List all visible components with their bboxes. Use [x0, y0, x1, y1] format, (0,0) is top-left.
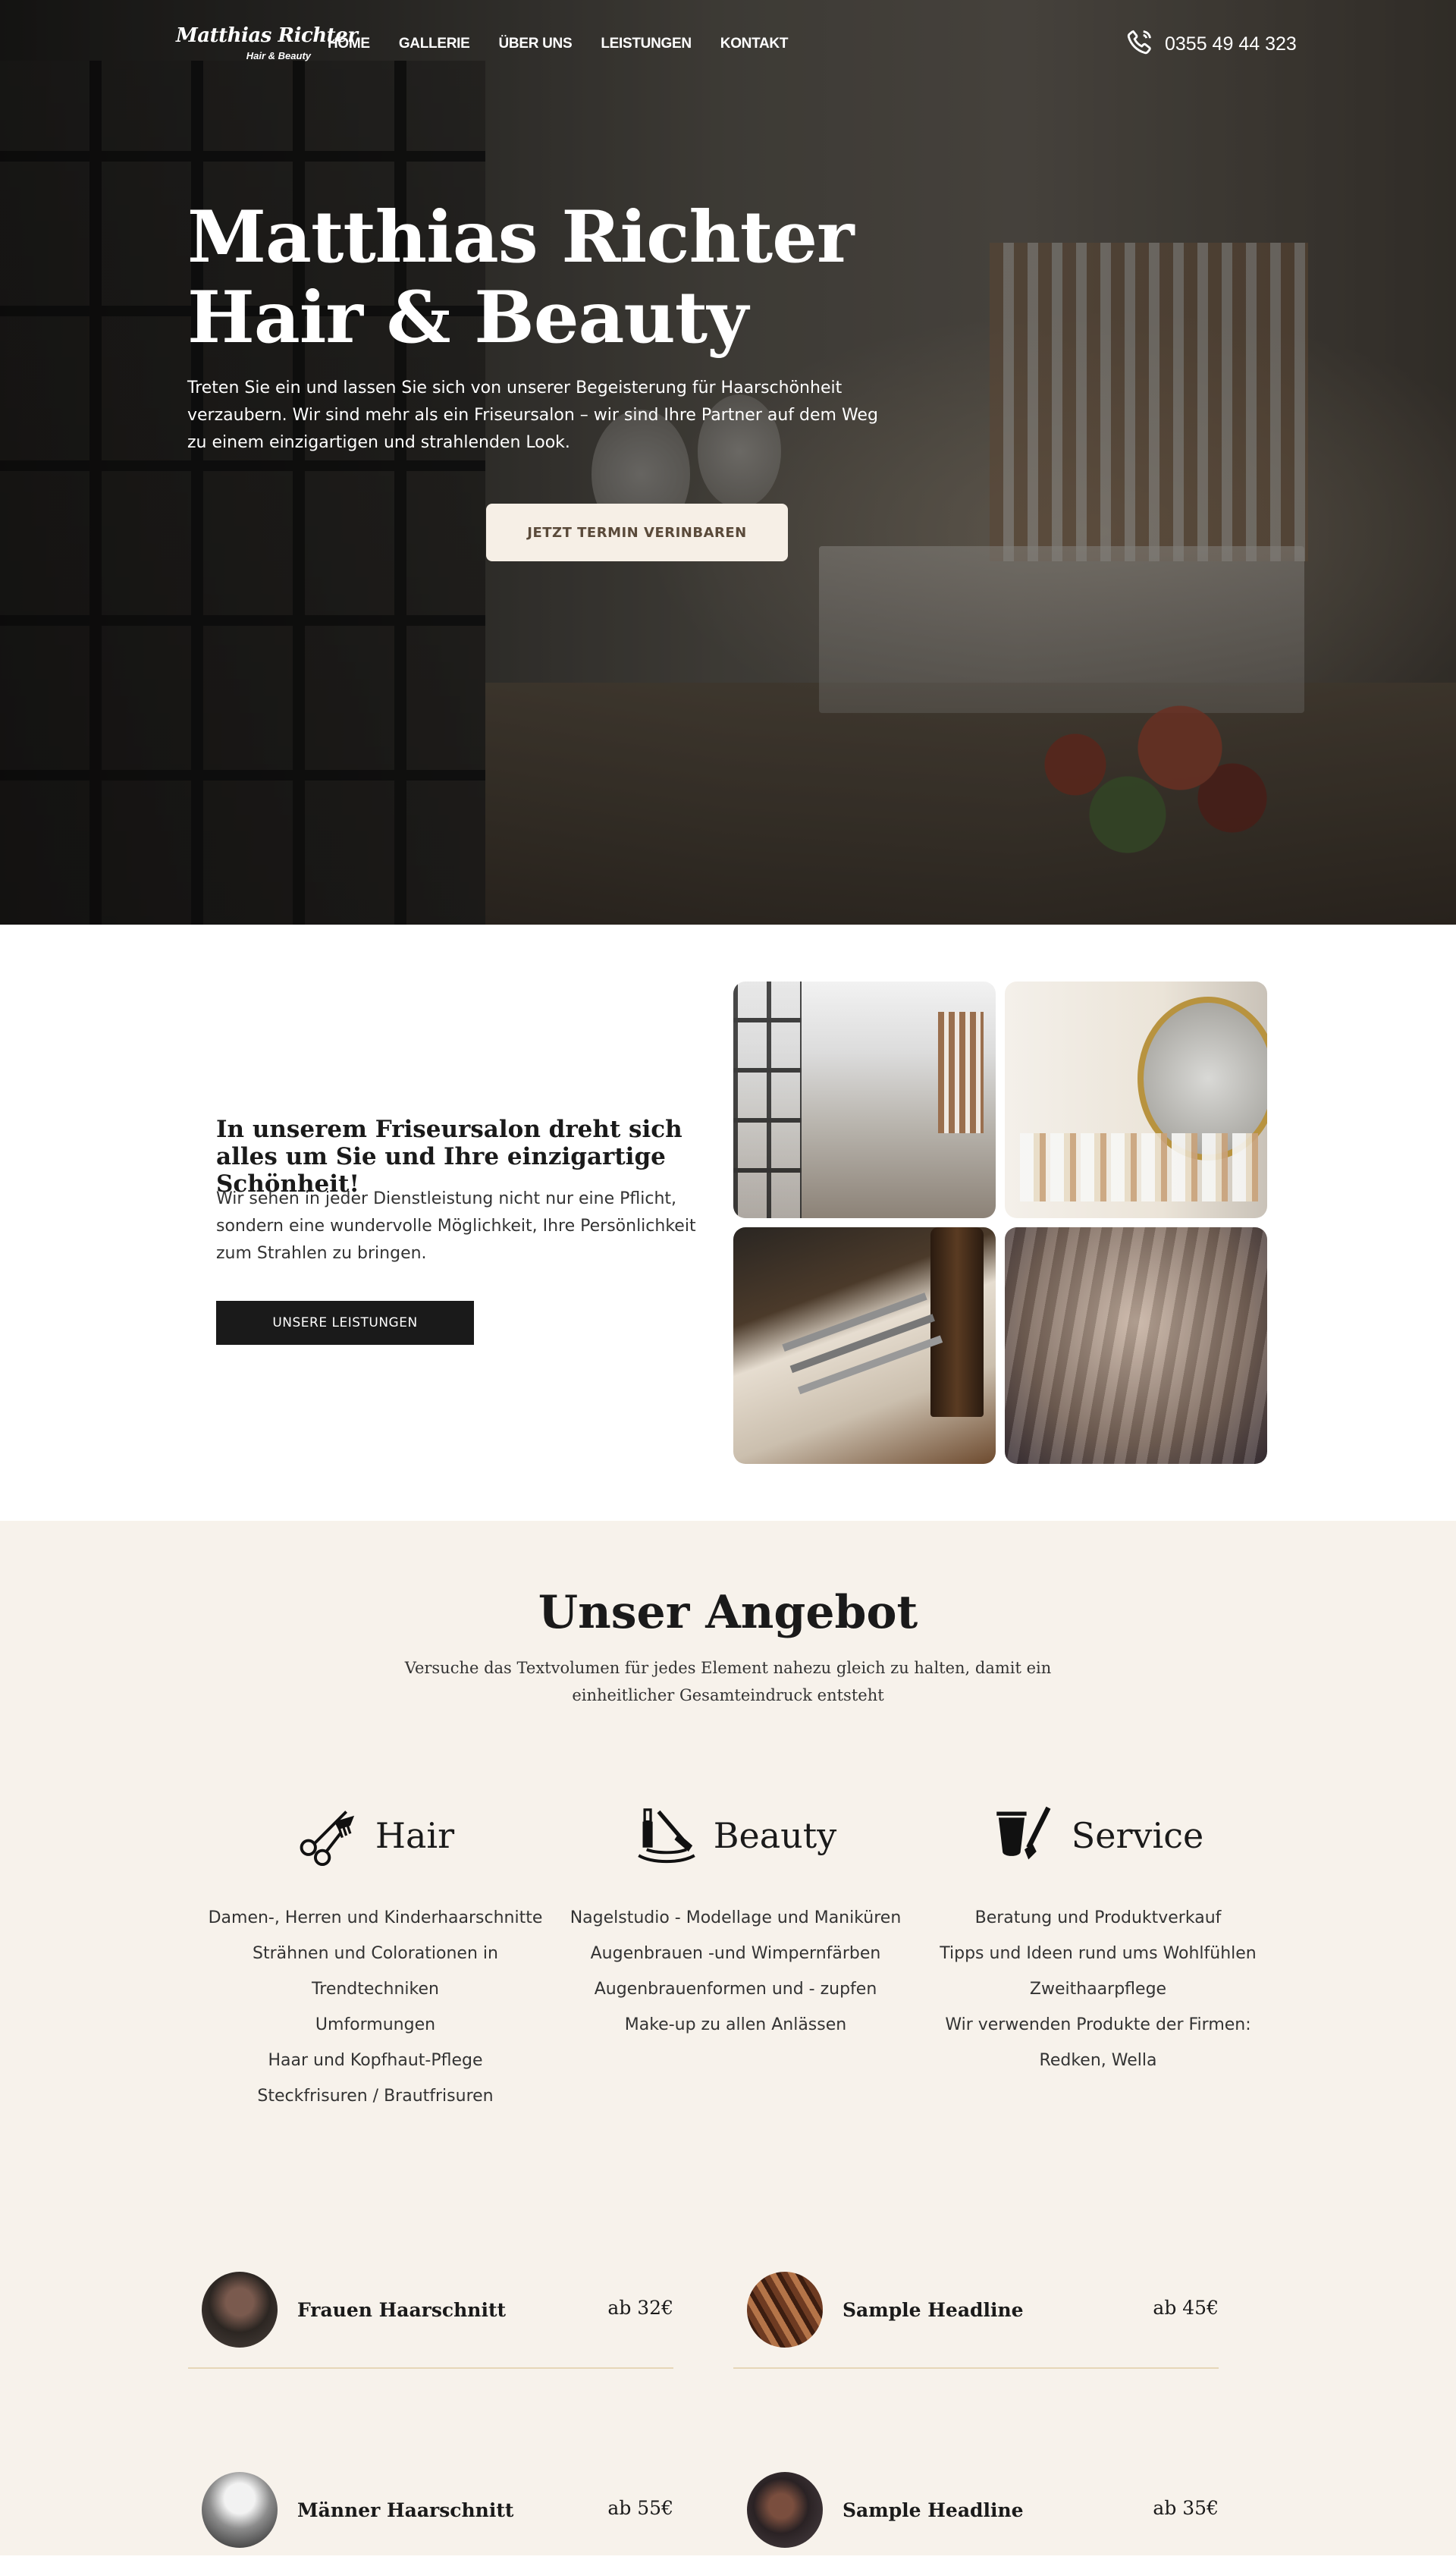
avatar: [747, 2472, 823, 2548]
list-item: Nagelstudio - Modellage und Maniküren: [570, 1908, 902, 1927]
logo[interactable]: Matthias Richter Hair & Beauty: [176, 21, 358, 67]
list-item: Augenbrauen -und Wimpernfärben: [590, 1944, 881, 1963]
hero-title-line-1: Matthias Richter: [187, 196, 855, 279]
phone-link[interactable]: 0355 49 44 323: [1125, 27, 1297, 61]
hero-overlay: [0, 0, 1456, 925]
avatar: [747, 2272, 823, 2348]
column-list: Damen-, Herren und Kinderhaarschnitte St…: [205, 1900, 546, 2114]
makeup-icon: [637, 1808, 695, 1863]
phone-icon: [1125, 27, 1165, 61]
hair-color-brush-icon: [996, 1806, 1051, 1860]
logo-main-text: Matthias Richter: [176, 24, 358, 47]
price-item-name: Sample Headline: [843, 2299, 1024, 2321]
gallery-image-salon: [733, 982, 996, 1218]
price-item: Sample Headline ab 45€: [733, 2272, 1219, 2369]
price-item-price: ab 55€: [607, 2497, 673, 2519]
list-item: Beratung und Produktverkauf: [974, 1908, 1222, 1927]
hero-text: Treten Sie ein und lassen Sie sich von u…: [187, 378, 878, 452]
nav-item-leistungen[interactable]: LEISTUNGEN: [601, 36, 692, 52]
list-item: Umformungen: [315, 2015, 436, 2034]
hero-section: Matthias Richter Hair & Beauty HOME GALL…: [0, 0, 1456, 925]
services-button[interactable]: UNSERE LEISTUNGEN: [216, 1301, 474, 1345]
logo-sub-text: Hair & Beauty: [246, 50, 311, 61]
hero-title: Matthias Richter Hair & Beauty: [187, 197, 946, 358]
list-item: Zweithaarpflege: [1029, 1980, 1167, 1999]
list-item: Wir verwenden Produkte der Firmen:: [945, 2015, 1251, 2034]
offer-subtitle: Versuche das Textvolumen für jedes Eleme…: [404, 1659, 1052, 1704]
offer-column-hair: Hair Damen-, Herren und Kinderhaarschnit…: [205, 1801, 546, 2114]
divider: [733, 2367, 1219, 2369]
list-item: Trendtechniken: [312, 1980, 439, 1999]
list-item: Strähnen und Colorationen in: [253, 1944, 498, 1963]
list-item: Damen-, Herren und Kinderhaarschnitte: [208, 1908, 543, 1927]
column-header: Hair: [205, 1801, 546, 1870]
price-item: Sample Headline ab 35€: [733, 2472, 1219, 2563]
price-item-name: Sample Headline: [843, 2499, 1024, 2521]
price-item: Männer Haarschnitt ab 55€: [188, 2472, 673, 2563]
list-item: Steckfrisuren / Brautfrisuren: [257, 2087, 494, 2106]
column-title: Beauty: [713, 1815, 837, 1856]
phone-number: 0355 49 44 323: [1165, 33, 1297, 55]
column-header: Beauty: [565, 1801, 906, 1870]
offer-title: Unser Angebot: [538, 1586, 918, 1639]
price-item-price: ab 45€: [1153, 2297, 1219, 2319]
column-title: Hair: [375, 1815, 455, 1856]
price-item-price: ab 35€: [1153, 2497, 1219, 2519]
appointment-button[interactable]: JETZT TERMIN VERINBAREN: [486, 504, 788, 561]
column-list: Beratung und Produktverkauf Tipps und Id…: [927, 1900, 1269, 2078]
hero-title-line-2: Hair & Beauty: [187, 276, 748, 360]
intro-section: In unserem Friseursalon dreht sich alles…: [0, 925, 1456, 1521]
list-item: Tipps und Ideen rund ums Wohlfühlen: [940, 1944, 1257, 1963]
nav-item-gallerie[interactable]: GALLERIE: [399, 36, 470, 52]
list-item: Make-up zu allen Anlässen: [624, 2015, 847, 2034]
offer-column-beauty: Beauty Nagelstudio - Modellage und Manik…: [565, 1801, 906, 2043]
avatar: [202, 2272, 278, 2348]
price-item-price: ab 32€: [607, 2297, 673, 2319]
price-item-name: Frauen Haarschnitt: [297, 2299, 507, 2321]
column-list: Nagelstudio - Modellage und Maniküren Au…: [565, 1900, 906, 2043]
price-item: Frauen Haarschnitt ab 32€: [188, 2272, 673, 2369]
nav-item-kontakt[interactable]: KONTAKT: [720, 36, 789, 52]
nav-menu: HOME GALLERIE ÜBER UNS LEISTUNGEN KONTAK…: [328, 36, 817, 52]
column-title: Service: [1071, 1815, 1204, 1856]
list-item: Redken, Wella: [1039, 2051, 1157, 2070]
offer-section: Unser Angebot Versuche das Textvolumen f…: [0, 1521, 1456, 2555]
gallery-image-hair: [1005, 1227, 1267, 1464]
intro-text: Wir sehen in jeder Dienstleistung nicht …: [216, 1189, 696, 1263]
column-header: Service: [927, 1801, 1269, 1870]
nav-item-ueber-uns[interactable]: ÜBER UNS: [498, 36, 572, 52]
main-nav: Matthias Richter Hair & Beauty HOME GALL…: [176, 21, 817, 67]
gallery-image-tools: [733, 1227, 996, 1464]
price-item-name: Männer Haarschnitt: [297, 2499, 514, 2521]
scissors-comb-icon: [300, 1811, 354, 1867]
list-item: Augenbrauenformen und - zupfen: [594, 1980, 877, 1999]
offer-column-service: Service Beratung und Produktverkauf Tipp…: [927, 1801, 1269, 2078]
gallery-image-products: [1005, 982, 1267, 1218]
divider: [188, 2367, 673, 2369]
avatar: [202, 2472, 278, 2548]
list-item: Haar und Kopfhaut-Pflege: [268, 2051, 483, 2070]
